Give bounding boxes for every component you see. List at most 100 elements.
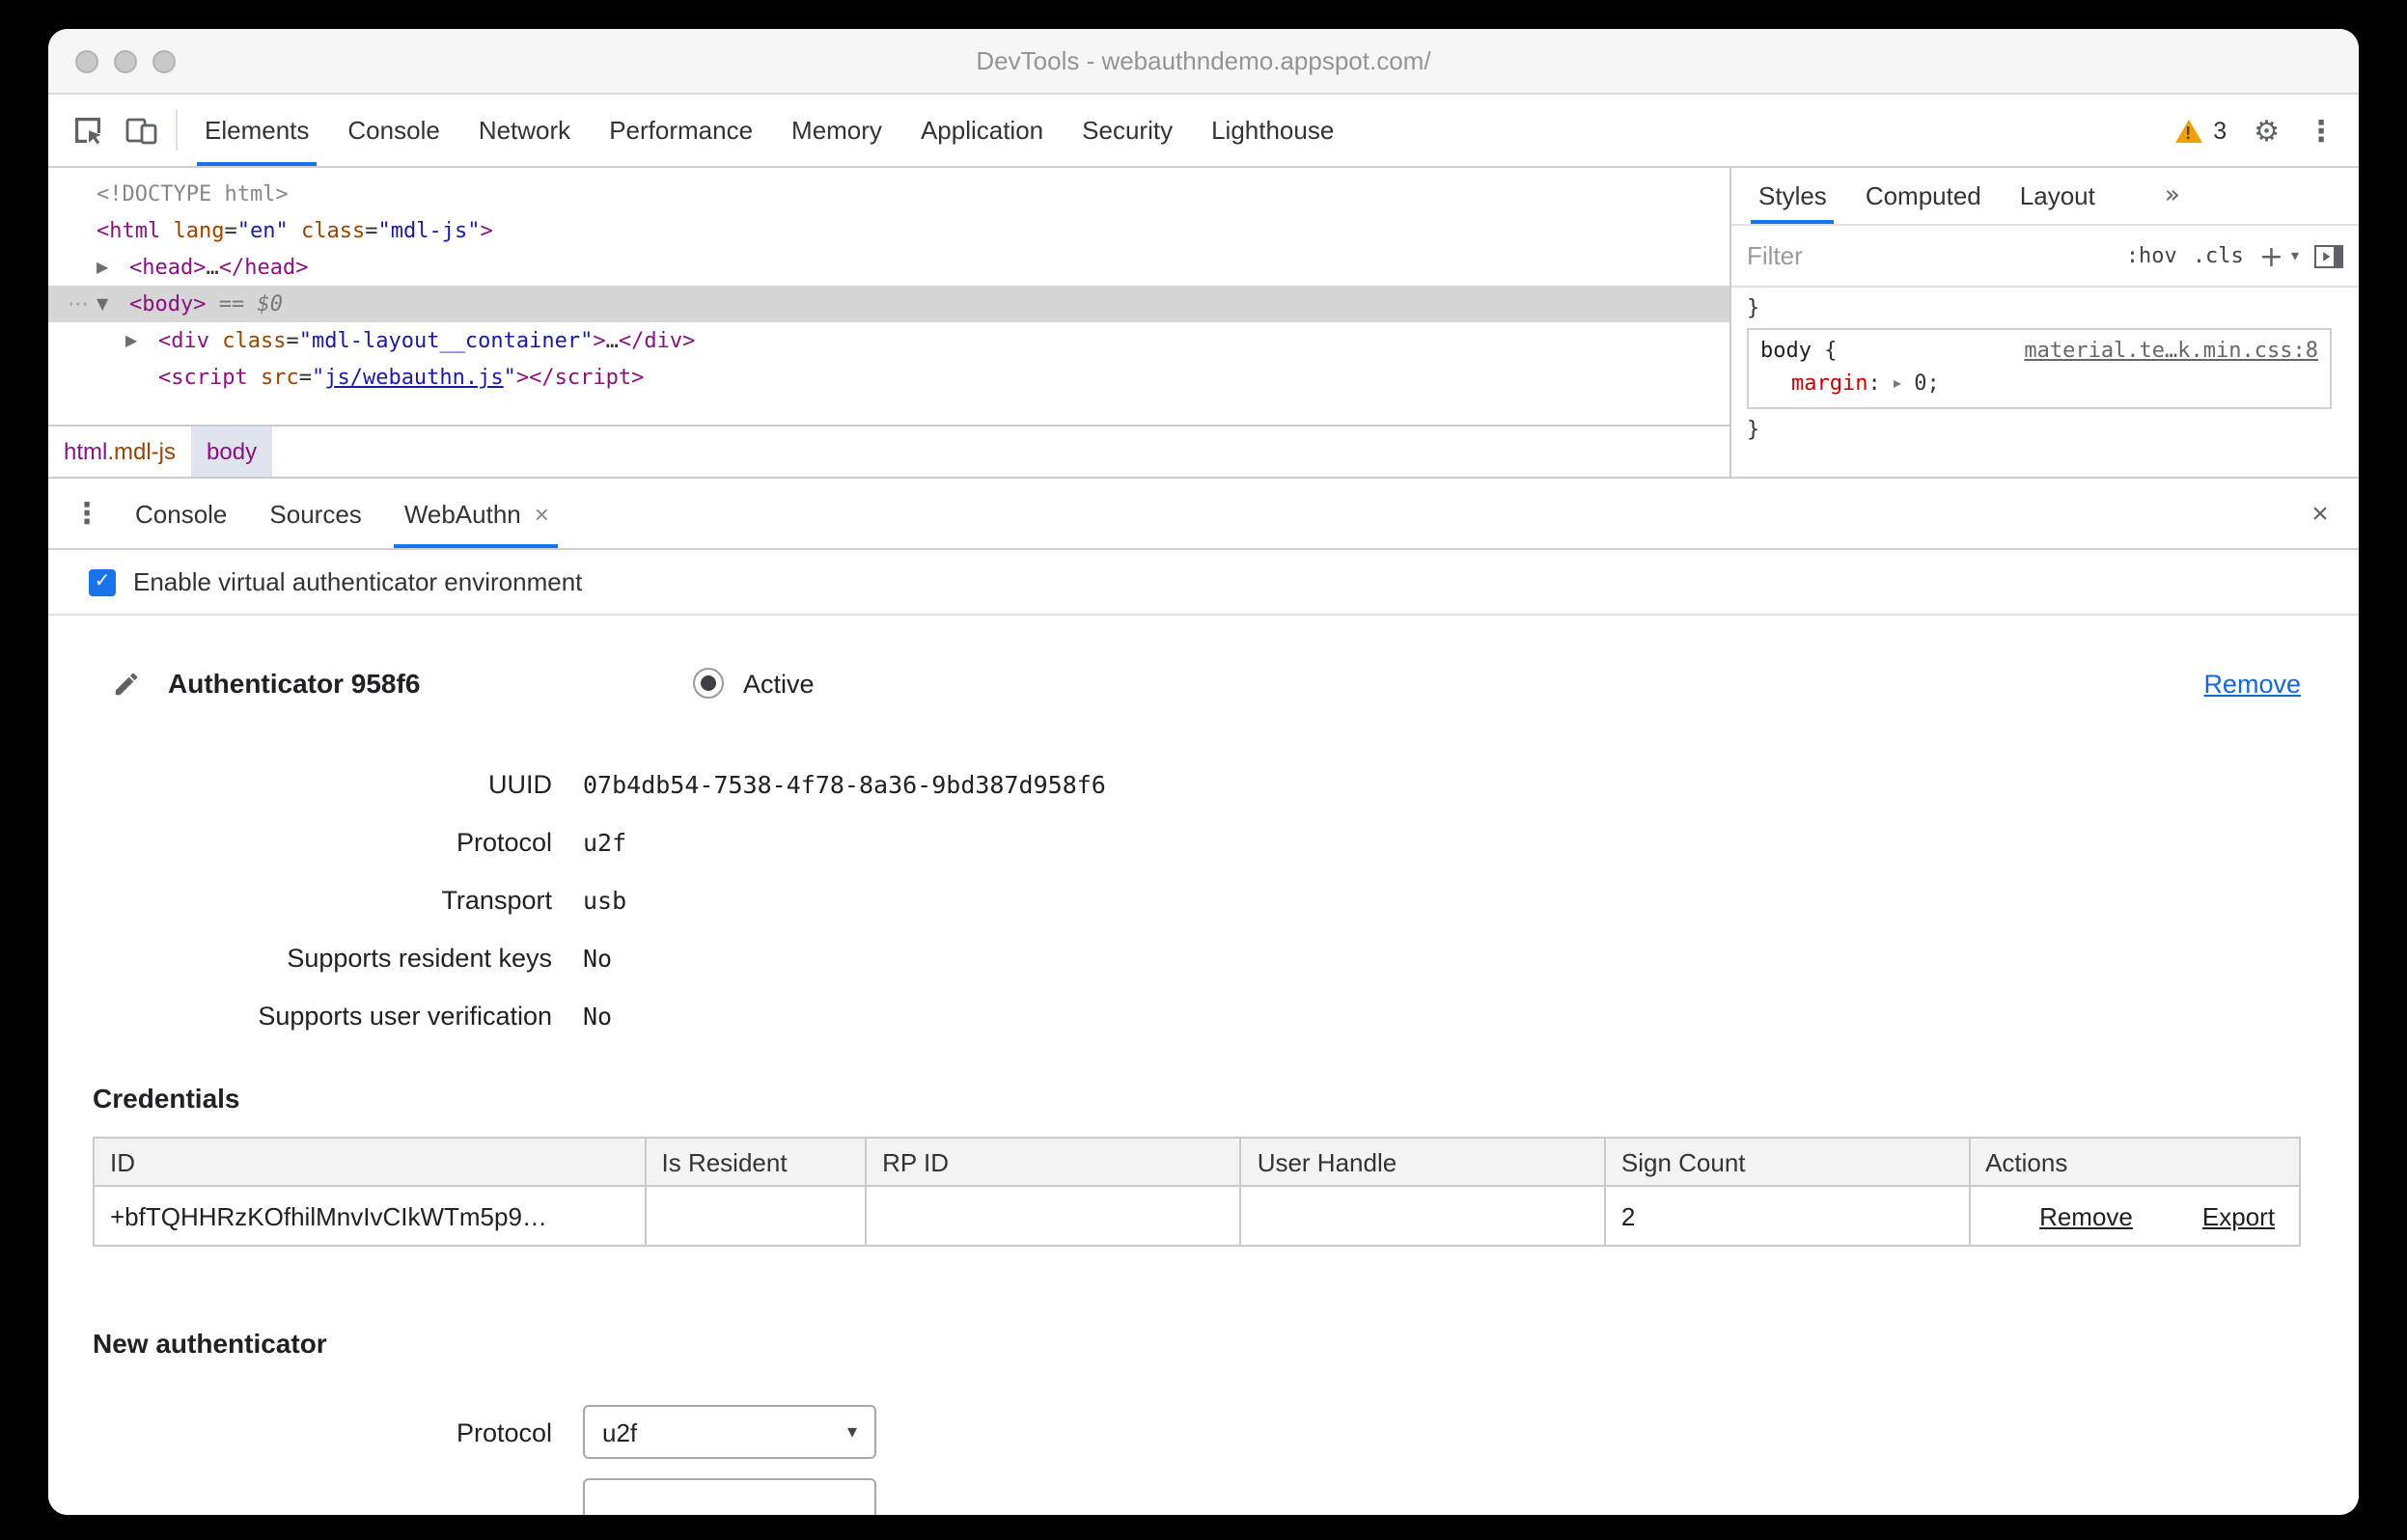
col-sign-count: Sign Count [1603, 1137, 1971, 1187]
field-label: Supports resident keys [287, 943, 552, 972]
script-src-link[interactable]: js/webauthn.js [324, 365, 503, 390]
css-selector[interactable]: body [1760, 338, 1812, 363]
styles-tabs: Styles Computed Layout » [1731, 168, 2359, 226]
node-div-container[interactable]: ▶ <div class="mdl-layout__container">…</d… [48, 322, 1729, 359]
console-warning-badge[interactable]: ! 3 [2174, 117, 2227, 144]
field-row-transport: Transport usb [93, 870, 2301, 928]
remove-authenticator-link[interactable]: Remove [2203, 669, 2301, 698]
breadcrumb-html[interactable]: html .mdl-js [48, 426, 191, 477]
dom-tree: <!DOCTYPE html> <html lang="en" class="m… [48, 168, 1729, 425]
radio-dot [701, 675, 716, 691]
dom-breadcrumbs: html .mdl-js body [48, 425, 1729, 477]
tab-elements-label: Elements [205, 116, 310, 145]
main-menu-icon[interactable]: ⋮ [2307, 113, 2336, 148]
virtual-authenticator-toggle-row: ✓ Enable virtual authenticator environme… [48, 550, 2359, 616]
tab-styles[interactable]: Styles [1739, 168, 1846, 224]
elements-panel: <!DOCTYPE html> <html lang="en" class="m… [48, 168, 1729, 477]
active-radio[interactable]: Active [693, 668, 815, 699]
node-doctype[interactable]: <!DOCTYPE html> [48, 176, 1729, 212]
styles-rules: } body {material.te…k.min.css:8 margin: … [1731, 288, 2359, 477]
field-value: No [583, 943, 613, 972]
tab-performance[interactable]: Performance [590, 95, 772, 166]
tab-layout[interactable]: Layout [2001, 168, 2115, 224]
protocol-select[interactable]: u2f ▾ [583, 1405, 876, 1459]
pseudo-state-toggle[interactable]: :hov [2126, 243, 2177, 268]
expand-arrow-icon[interactable]: ▶ [97, 249, 129, 286]
css-rule-body[interactable]: body {material.te…k.min.css:8 margin: ▸ … [1747, 328, 2332, 409]
field-value: usb [583, 885, 627, 914]
css-property-name[interactable]: margin [1791, 371, 1868, 396]
styles-filter-input[interactable] [1747, 241, 2017, 270]
edit-name-pencil-icon[interactable] [112, 669, 141, 698]
settings-gear-icon[interactable]: ⚙ [2254, 113, 2280, 148]
node-head[interactable]: ▶ <head>…</head> [48, 249, 1729, 286]
cutoff-select[interactable] [583, 1478, 876, 1515]
select-caret-icon: ▾ [846, 1421, 857, 1443]
collapse-arrow-icon[interactable]: ▼ [97, 286, 129, 322]
inspect-element-icon[interactable] [60, 95, 114, 166]
expand-arrow-icon[interactable]: ▶ [125, 322, 158, 359]
close-drawer-icon[interactable]: × [2293, 479, 2347, 548]
checkmark-icon: ✓ [94, 571, 111, 592]
devtools-window: DevTools - webauthndemo.appspot.com/ Ele… [48, 29, 2359, 1515]
credential-user-handle [1239, 1185, 1606, 1247]
node-html[interactable]: <html lang="en" class="mdl-js"> [48, 212, 1729, 249]
enable-virtual-authenticator-checkbox[interactable]: ✓ [89, 568, 116, 595]
drawer: ⋮ Console Sources WebAuthn × × ✓ Enable v… [48, 477, 2359, 1515]
radio-label: Active [743, 669, 815, 698]
drawer-tab-webauthn[interactable]: WebAuthn × [383, 479, 570, 548]
minimize-window-button[interactable] [114, 50, 137, 73]
field-label: UUID [488, 769, 552, 798]
new-rule-caret-icon[interactable]: ▾ [2291, 247, 2299, 264]
breadcrumb-body[interactable]: body [191, 426, 273, 477]
field-value: u2f [583, 827, 627, 856]
drawer-menu-icon[interactable]: ⋮ [60, 479, 114, 548]
drawer-tabs: Console Sources WebAuthn × [114, 479, 570, 548]
stylesheet-source-link[interactable]: material.te…k.min.css:8 [2024, 334, 2318, 367]
col-user-handle: User Handle [1239, 1137, 1606, 1187]
tab-computed[interactable]: Computed [1846, 168, 2001, 224]
expand-shorthand-icon[interactable]: ▸ [1894, 374, 1901, 392]
credentials-table: ID Is Resident RP ID User Handle Sign Co… [93, 1137, 2302, 1247]
node-menu-dots-icon[interactable]: ⋯ [68, 286, 89, 322]
drawer-tab-console[interactable]: Console [114, 479, 248, 548]
remove-credential-link[interactable]: Remove [2039, 1201, 2133, 1230]
close-webauthn-tab-icon[interactable]: × [535, 499, 549, 528]
authenticator-header: Authenticator 958f6 Active Remove [93, 658, 2301, 708]
zoom-window-button[interactable] [152, 50, 176, 73]
new-style-rule-icon[interactable]: + [2259, 238, 2283, 273]
field-label: Supports user verification [258, 1001, 552, 1030]
device-toolbar-icon[interactable] [114, 95, 168, 166]
tab-lighthouse[interactable]: Lighthouse [1192, 95, 1353, 166]
field-row-resident-keys: Supports resident keys No [93, 928, 2301, 986]
window-titlebar: DevTools - webauthndemo.appspot.com/ [48, 29, 2359, 95]
node-script[interactable]: <script src="js/webauthn.js"></script> [48, 359, 1729, 396]
warning-icon: ! [2174, 119, 2202, 142]
tab-security[interactable]: Security [1063, 95, 1192, 166]
tab-network[interactable]: Network [459, 95, 590, 166]
tab-application[interactable]: Application [901, 95, 1063, 166]
tab-console[interactable]: Console [328, 95, 458, 166]
class-toggle[interactable]: .cls [2193, 243, 2244, 268]
export-credential-link[interactable]: Export [2202, 1201, 2275, 1230]
main-split: <!DOCTYPE html> <html lang="en" class="m… [48, 168, 2359, 477]
close-window-button[interactable] [75, 50, 98, 73]
credential-is-resident [644, 1185, 868, 1247]
tab-memory[interactable]: Memory [772, 95, 901, 166]
closing-brace: } [1747, 295, 1760, 320]
node-body-selected[interactable]: ⋯ ▼ <body> == $0 [48, 286, 1729, 322]
new-authenticator-heading: New authenticator [93, 1328, 327, 1359]
credential-row: +bfTQHHRzKOfhilMnvIvCIkWTm5p9… 2 Remove … [93, 1185, 2302, 1247]
toolbar-right: ! 3 ⚙ ⋮ [2174, 95, 2347, 166]
authenticator-fields: UUID 07b4db54-7538-4f78-8a36-9bd387d958f… [93, 755, 2301, 1044]
credential-id: +bfTQHHRzKOfhilMnvIvCIkWTm5p9… [93, 1185, 647, 1247]
more-tabs-icon[interactable]: » [2149, 168, 2196, 224]
drawer-tab-sources[interactable]: Sources [248, 479, 382, 548]
tab-elements[interactable]: Elements [185, 95, 328, 166]
tab-network-label: Network [478, 116, 571, 145]
css-property-value[interactable]: 0; [1914, 371, 1940, 396]
credential-rp-id [865, 1185, 1242, 1247]
field-value: 07b4db54-7538-4f78-8a36-9bd387d958f6 [583, 769, 1106, 798]
credential-sign-count: 2 [1603, 1185, 1971, 1247]
dock-sidebar-icon[interactable] [2314, 244, 2343, 267]
